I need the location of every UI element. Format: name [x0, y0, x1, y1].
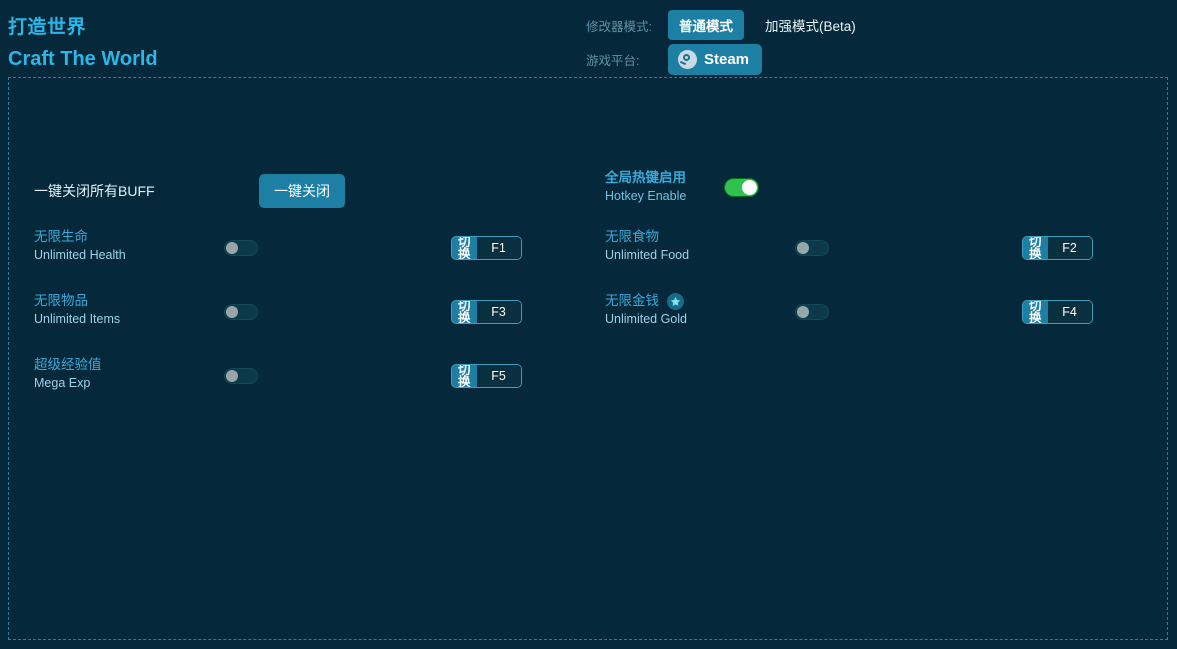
cheat-name-row: 无限物品	[34, 292, 204, 310]
toggle-knob	[226, 242, 238, 254]
cheat-hotkey-badge[interactable]: 切换 F5	[451, 364, 522, 388]
cheats-panel: 一键关闭所有BUFF 一键关闭 全局热键启用 Hotkey Enable 无限生…	[8, 77, 1168, 640]
cheat-hotkey-badge[interactable]: 切换 F2	[1022, 236, 1093, 260]
steam-icon	[678, 50, 697, 69]
hotkey-key-label: F1	[477, 237, 521, 259]
cheat-labels: 无限生命 Unlimited Health	[34, 228, 204, 264]
mode-normal-button[interactable]: 普通模式	[668, 10, 744, 40]
hotkey-enable-toggle[interactable]	[724, 178, 759, 197]
cheat-toggle[interactable]	[224, 304, 258, 320]
cheat-toggle[interactable]	[224, 368, 258, 384]
platform-steam-button[interactable]: Steam	[668, 44, 762, 75]
platform-steam-label: Steam	[704, 51, 749, 68]
cheat-name-cn: 无限金钱	[605, 292, 659, 310]
cheat-name-cn: 无限物品	[34, 292, 88, 310]
toggle-knob	[797, 306, 809, 318]
cheat-hotkey-badge[interactable]: 切换 F1	[451, 236, 522, 260]
hotkey-action-label: 切换	[452, 237, 477, 259]
cheat-name-en: Unlimited Gold	[605, 310, 775, 328]
cheat-toggle[interactable]	[224, 240, 258, 256]
hotkey-key-label: F5	[477, 365, 521, 387]
close-all-buffs-row: 一键关闭所有BUFF 一键关闭	[34, 174, 345, 208]
cheat-labels: 超级经验值 Mega Exp	[34, 356, 204, 392]
cheat-name-row: 无限食物	[605, 228, 775, 246]
hotkey-enable-row: 全局热键启用 Hotkey Enable	[605, 168, 759, 206]
hotkey-action-label: 切换	[1023, 237, 1048, 259]
hotkey-enable-labels: 全局热键启用 Hotkey Enable	[605, 168, 724, 206]
cheat-name-row: 无限生命	[34, 228, 204, 246]
close-all-buffs-button[interactable]: 一键关闭	[259, 174, 345, 208]
hotkey-key-label: F4	[1048, 301, 1092, 323]
cheat-labels: 无限食物 Unlimited Food	[605, 228, 775, 264]
trainer-mode-label: 修改器模式:	[586, 16, 658, 35]
cheat-name-en: Unlimited Items	[34, 310, 204, 328]
cheat-name-en: Unlimited Health	[34, 246, 204, 264]
cheat-name-cn: 无限生命	[34, 228, 88, 246]
trainer-mode-row: 修改器模式: 普通模式 加强模式(Beta)	[586, 10, 867, 40]
game-title-cn: 打造世界	[8, 12, 86, 39]
cheat-name-en: Unlimited Food	[605, 246, 775, 264]
cheat-labels: 无限金钱 Unlimited Gold	[605, 292, 775, 328]
hotkey-action-label: 切换	[1023, 301, 1048, 323]
hotkey-action-label: 切换	[452, 365, 477, 387]
cheat-name-en: Mega Exp	[34, 374, 204, 392]
cheat-name-row: 超级经验值	[34, 356, 204, 374]
hotkey-key-label: F2	[1048, 237, 1092, 259]
cheat-toggle[interactable]	[795, 240, 829, 256]
app-header: 打造世界 Craft The World 修改器模式: 普通模式 加强模式(Be…	[0, 0, 1177, 77]
cheat-toggle[interactable]	[795, 304, 829, 320]
star-icon	[667, 293, 684, 310]
cheat-hotkey-badge[interactable]: 切换 F3	[451, 300, 522, 324]
cheat-name-cn: 无限食物	[605, 228, 659, 246]
cheat-labels: 无限物品 Unlimited Items	[34, 292, 204, 328]
hotkey-enable-label-en: Hotkey Enable	[605, 187, 724, 206]
cheat-name-cn: 超级经验值	[34, 356, 102, 374]
game-platform-label: 游戏平台:	[586, 50, 658, 69]
hotkey-action-label: 切换	[452, 301, 477, 323]
toggle-knob	[226, 370, 238, 382]
game-title-en: Craft The World	[8, 48, 158, 71]
hotkey-enable-label-cn: 全局热键启用	[605, 168, 724, 187]
cheat-hotkey-badge[interactable]: 切换 F4	[1022, 300, 1093, 324]
hotkey-key-label: F3	[477, 301, 521, 323]
mode-beta-button[interactable]: 加强模式(Beta)	[754, 10, 867, 40]
toggle-knob	[742, 180, 757, 195]
toggle-knob	[226, 306, 238, 318]
close-all-buffs-label: 一键关闭所有BUFF	[34, 181, 259, 201]
cheat-name-row: 无限金钱	[605, 292, 775, 310]
toggle-knob	[797, 242, 809, 254]
game-platform-row: 游戏平台: Steam	[586, 44, 762, 75]
